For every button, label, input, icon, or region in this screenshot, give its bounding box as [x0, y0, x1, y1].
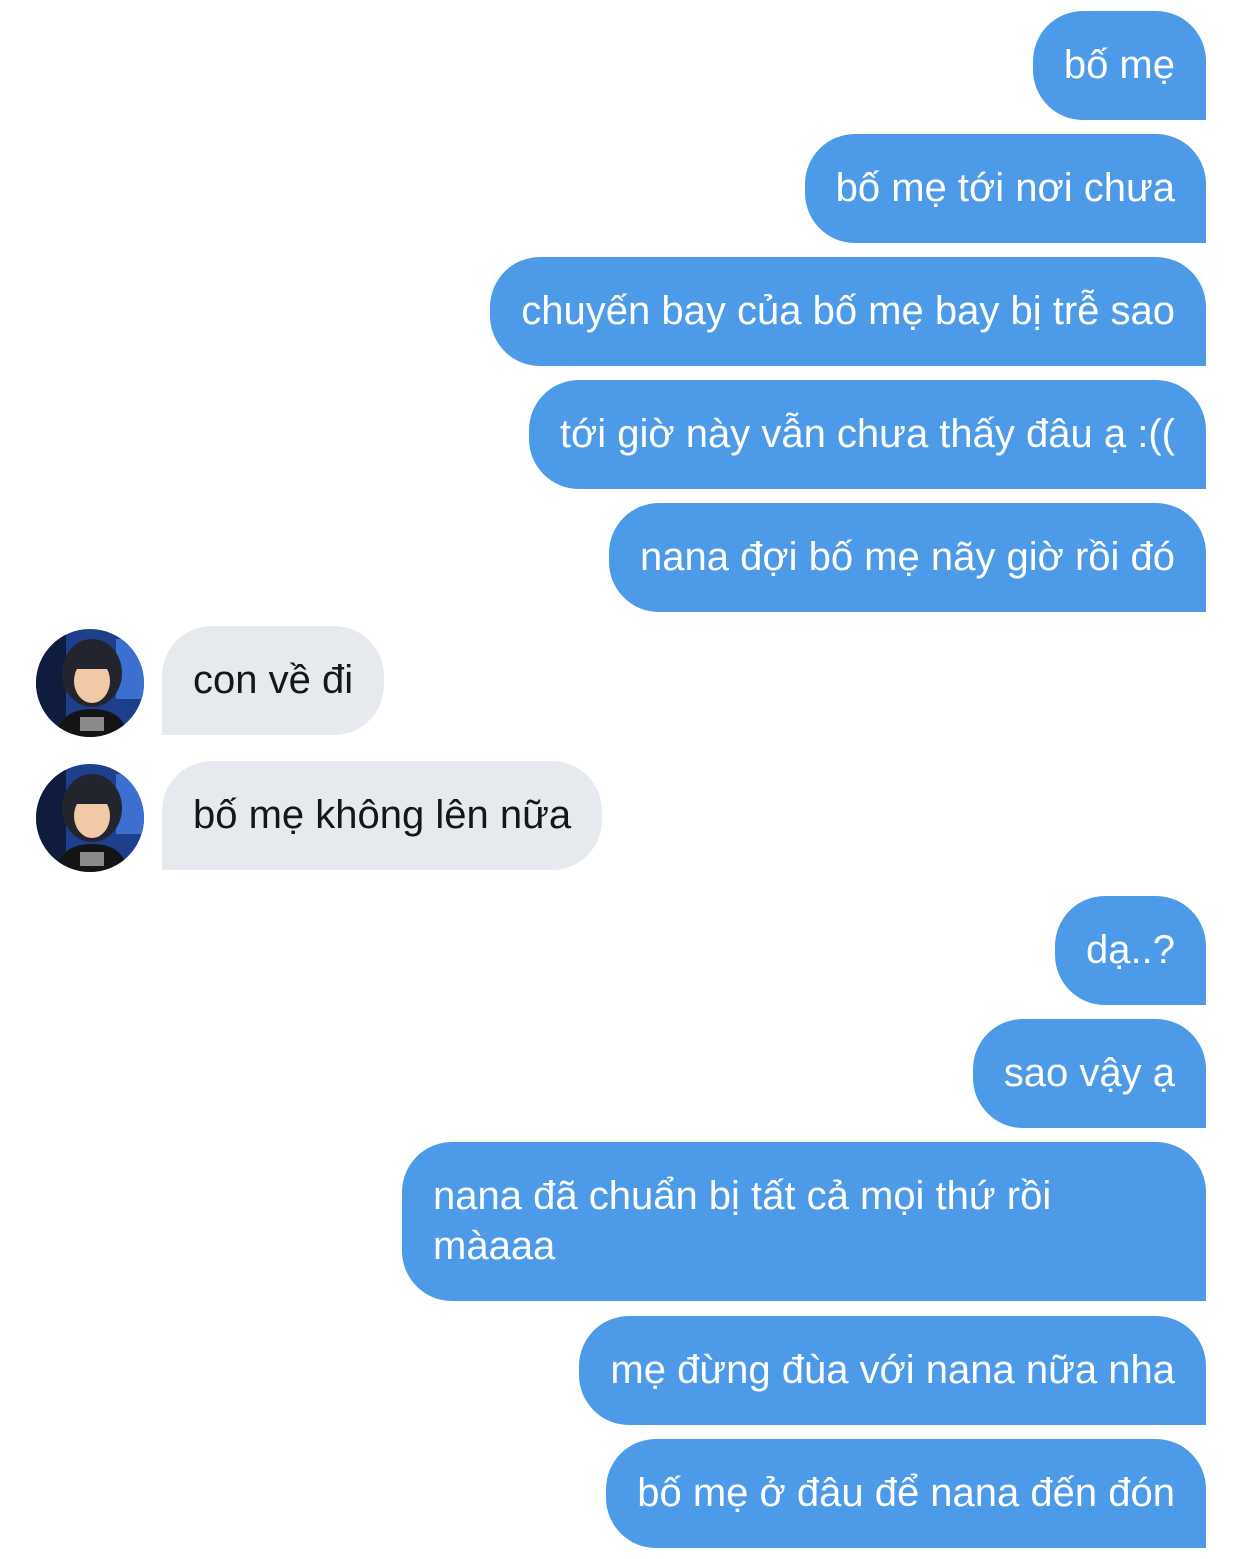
incoming-message-bubble[interactable]: bố mẹ không lên nữa: [162, 761, 603, 870]
outgoing-message-bubble[interactable]: nana đã chuẩn bị tất cả mọi thứ rồi màaa…: [402, 1142, 1206, 1301]
avatar[interactable]: [36, 764, 144, 872]
outgoing-message-bubble[interactable]: tới giờ này vẫn chưa thấy đâu ạ :((: [528, 380, 1206, 489]
outgoing-message-bubble[interactable]: mẹ đừng đùa với nana nữa nha: [579, 1316, 1206, 1425]
outgoing-message-bubble[interactable]: dạ..?: [1055, 896, 1206, 1005]
outgoing-message-bubble[interactable]: bố mẹ tới nơi chưa: [804, 134, 1206, 243]
avatar[interactable]: [36, 629, 144, 737]
incoming-message-bubble[interactable]: con về đi: [162, 626, 385, 735]
avatar-photo-icon: [36, 764, 144, 872]
outgoing-message-bubble[interactable]: sao vậy ạ: [972, 1019, 1206, 1128]
outgoing-message-bubble[interactable]: bố mẹ ở đâu để nana đến đón: [606, 1439, 1206, 1548]
avatar-photo-icon: [36, 629, 144, 737]
outgoing-message-bubble[interactable]: chuyến bay của bố mẹ bay bị trễ sao: [490, 257, 1206, 366]
outgoing-message-bubble[interactable]: nana đợi bố mẹ nãy giờ rồi đó: [609, 503, 1206, 612]
outgoing-message-bubble[interactable]: bố mẹ: [1032, 11, 1206, 120]
